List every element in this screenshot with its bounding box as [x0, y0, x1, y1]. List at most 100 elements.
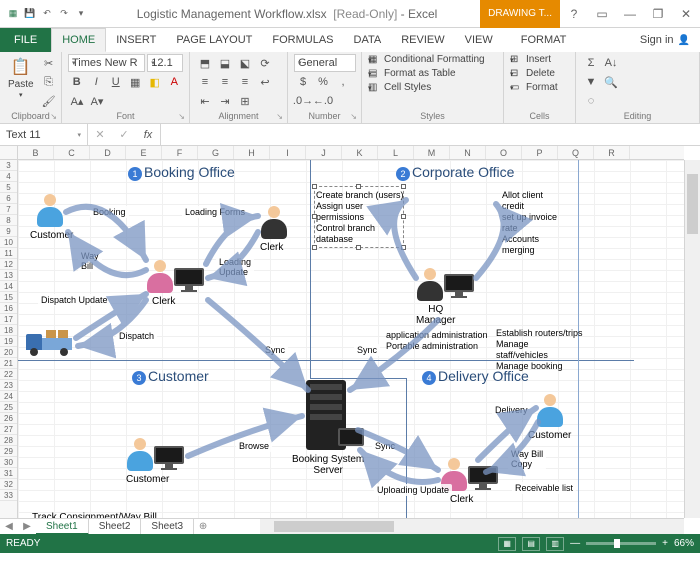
status-ready: READY [6, 538, 40, 549]
comma-format-icon[interactable]: , [334, 73, 352, 91]
new-sheet-icon[interactable]: ⊕ [194, 521, 212, 532]
ribbon-display-icon[interactable]: ▭ [588, 0, 616, 28]
decrease-font-icon[interactable]: A▾ [88, 92, 106, 110]
sort-filter-icon[interactable]: A↓ [602, 54, 620, 72]
number-format-combo[interactable]: General▾ [294, 54, 356, 72]
group-clipboard: 📋 Paste▾ ✂ ⎘ 🖌 Clipboard↘ [0, 52, 62, 123]
font-name-combo[interactable]: Times New R▾ [68, 54, 145, 72]
align-bottom-icon[interactable]: ⬕ [236, 54, 254, 72]
launcher-icon[interactable]: ↘ [276, 112, 283, 121]
conditional-formatting-button[interactable]: ▦Conditional Formatting ▾ [368, 54, 485, 65]
group-number: General▾ $ % , .0→ ←.0 Number↘ [288, 52, 362, 123]
column-headers[interactable]: BCDEFGHIJKLMNOPQR [18, 146, 684, 160]
clear-icon[interactable]: ◌ [582, 92, 600, 110]
minimize-icon[interactable]: — [616, 0, 644, 28]
row-headers[interactable]: 3456789101112131415161718192021222324252… [0, 160, 18, 534]
insert-cells-button[interactable]: ⊞Insert ▾ [510, 54, 558, 65]
zoom-in-icon[interactable]: + [662, 538, 668, 549]
decrease-decimal-icon[interactable]: ←.0 [314, 92, 332, 110]
cell-styles-button[interactable]: ▥Cell Styles ▾ [368, 82, 485, 93]
tab-review[interactable]: REVIEW [391, 28, 454, 52]
autosum-icon[interactable]: Σ [582, 54, 600, 72]
group-label-styles: Styles [420, 111, 445, 121]
merge-center-icon[interactable]: ⊞ [236, 92, 254, 110]
align-center-icon[interactable]: ≡ [216, 73, 234, 91]
launcher-icon[interactable]: ↘ [178, 112, 185, 121]
sign-in-link[interactable]: Sign in👤 [630, 28, 700, 52]
help-icon[interactable]: ? [560, 0, 588, 28]
launcher-icon[interactable]: ↘ [50, 112, 57, 121]
qat-customize-icon[interactable]: ▾ [74, 7, 88, 21]
align-top-icon[interactable]: ⬒ [196, 54, 214, 72]
format-cells-button[interactable]: ▭Format ▾ [510, 82, 558, 93]
wrap-text-icon[interactable]: ↩ [256, 73, 274, 91]
paste-button[interactable]: 📋 Paste▾ [6, 54, 36, 101]
percent-format-icon[interactable]: % [314, 73, 332, 91]
formula-input[interactable] [161, 124, 700, 145]
zoom-level[interactable]: 66% [674, 538, 694, 549]
find-select-icon[interactable]: 🔍 [602, 73, 620, 91]
tab-view[interactable]: VIEW [455, 28, 503, 52]
fill-color-button[interactable]: ◧ [146, 73, 164, 91]
group-font: Times New R▾ 12.1▾ B I U ▦ ◧ A A▴ A▾ Fon… [62, 52, 190, 123]
tab-home[interactable]: HOME [51, 28, 106, 52]
zoom-slider[interactable] [586, 542, 656, 545]
enter-formula-icon[interactable]: ✓ [112, 128, 136, 141]
border-button[interactable]: ▦ [127, 73, 145, 91]
ribbon-tabs: FILE HOME INSERT PAGE LAYOUT FORMULAS DA… [0, 28, 700, 52]
zoom-out-icon[interactable]: — [570, 538, 580, 549]
underline-button[interactable]: U [107, 73, 125, 91]
tab-page-layout[interactable]: PAGE LAYOUT [166, 28, 262, 52]
redo-icon[interactable]: ↷ [57, 7, 71, 21]
decrease-indent-icon[interactable]: ⇤ [196, 92, 214, 110]
italic-button[interactable]: I [88, 73, 106, 91]
group-editing: ΣA↓ ▼🔍 ◌ Editing [576, 52, 700, 123]
increase-decimal-icon[interactable]: .0→ [294, 92, 312, 110]
spreadsheet-grid: BCDEFGHIJKLMNOPQR 3456789101112131415161… [0, 146, 700, 534]
name-box[interactable]: Text 11▾ [0, 124, 88, 145]
tab-insert[interactable]: INSERT [106, 28, 166, 52]
tab-file[interactable]: FILE [0, 28, 51, 52]
close-icon[interactable]: ✕ [672, 0, 700, 28]
restore-icon[interactable]: ❐ [644, 0, 672, 28]
align-left-icon[interactable]: ≡ [196, 73, 214, 91]
undo-icon[interactable]: ↶ [40, 7, 54, 21]
page-break-view-icon[interactable]: ▥ [546, 537, 564, 551]
bold-button[interactable]: B [68, 73, 86, 91]
tab-formulas[interactable]: FORMULAS [262, 28, 343, 52]
font-size-combo[interactable]: 12.1▾ [147, 54, 183, 72]
normal-view-icon[interactable]: ▦ [498, 537, 516, 551]
cancel-formula-icon[interactable]: ✕ [88, 128, 112, 141]
window-title: Logistic Management Workflow.xlsx [Read-… [94, 7, 480, 21]
accounting-format-icon[interactable]: $ [294, 73, 312, 91]
copy-icon[interactable]: ⎘ [40, 73, 58, 91]
align-right-icon[interactable]: ≡ [236, 73, 254, 91]
sheet-tab-3[interactable]: Sheet3 [141, 519, 194, 535]
increase-indent-icon[interactable]: ⇥ [216, 92, 234, 110]
fx-icon[interactable]: fx [136, 129, 160, 141]
cells-canvas[interactable]: 1Booking Office 2Corporate Office 3Custo… [18, 160, 684, 518]
launcher-icon[interactable]: ↘ [350, 112, 357, 121]
select-all-corner[interactable] [0, 146, 18, 160]
sheet-nav-prev-icon[interactable]: ◀ [0, 521, 18, 532]
page-layout-view-icon[interactable]: ▤ [522, 537, 540, 551]
align-middle-icon[interactable]: ⬓ [216, 54, 234, 72]
increase-font-icon[interactable]: A▴ [68, 92, 86, 110]
tab-format[interactable]: FORMAT [511, 28, 577, 52]
orientation-icon[interactable]: ⟳ [256, 54, 274, 72]
delete-cells-button[interactable]: ⊟Delete ▾ [510, 68, 558, 79]
vertical-scrollbar[interactable] [684, 160, 700, 518]
format-as-table-button[interactable]: ▤Format as Table ▾ [368, 68, 485, 79]
sheet-nav-next-icon[interactable]: ▶ [18, 521, 36, 532]
sheet-tab-2[interactable]: Sheet2 [89, 519, 142, 535]
sheet-tabs: ◀ ▶ Sheet1 Sheet2 Sheet3 ⊕ [0, 518, 260, 534]
save-icon[interactable]: 💾 [23, 7, 37, 21]
font-color-button[interactable]: A [166, 73, 184, 91]
sheet-tab-1[interactable]: Sheet1 [36, 519, 89, 535]
format-painter-icon[interactable]: 🖌 [40, 92, 58, 110]
cut-icon[interactable]: ✂ [40, 54, 58, 72]
group-cells: ⊞Insert ▾ ⊟Delete ▾ ▭Format ▾ Cells [504, 52, 576, 123]
horizontal-scrollbar[interactable] [260, 518, 684, 534]
fill-icon[interactable]: ▼ [582, 73, 600, 91]
tab-data[interactable]: DATA [344, 28, 392, 52]
